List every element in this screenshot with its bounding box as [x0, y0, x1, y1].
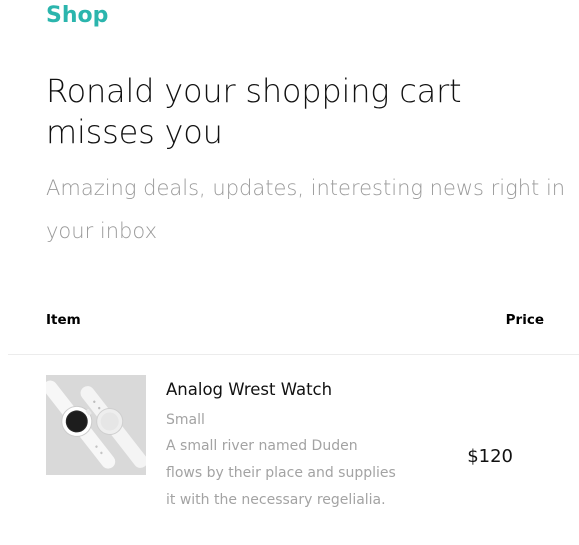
- column-header-price: Price: [505, 312, 544, 328]
- product-name-link[interactable]: Analog Wrest Watch: [166, 379, 332, 401]
- product-price: $120: [467, 446, 513, 467]
- product-thumbnail[interactable]: [46, 375, 146, 475]
- column-header-item: Item: [46, 312, 81, 328]
- smartwatch-image: [46, 375, 146, 475]
- shop-logo-link[interactable]: Shop: [46, 2, 108, 30]
- headline: Ronald your shopping cart misses you: [46, 72, 462, 151]
- header-divider: [8, 354, 579, 355]
- subheadline: Amazing deals, updates, interesting news…: [46, 176, 566, 243]
- product-description: A small river named Duden flows by their…: [166, 438, 396, 508]
- product-variant: Small: [166, 412, 205, 428]
